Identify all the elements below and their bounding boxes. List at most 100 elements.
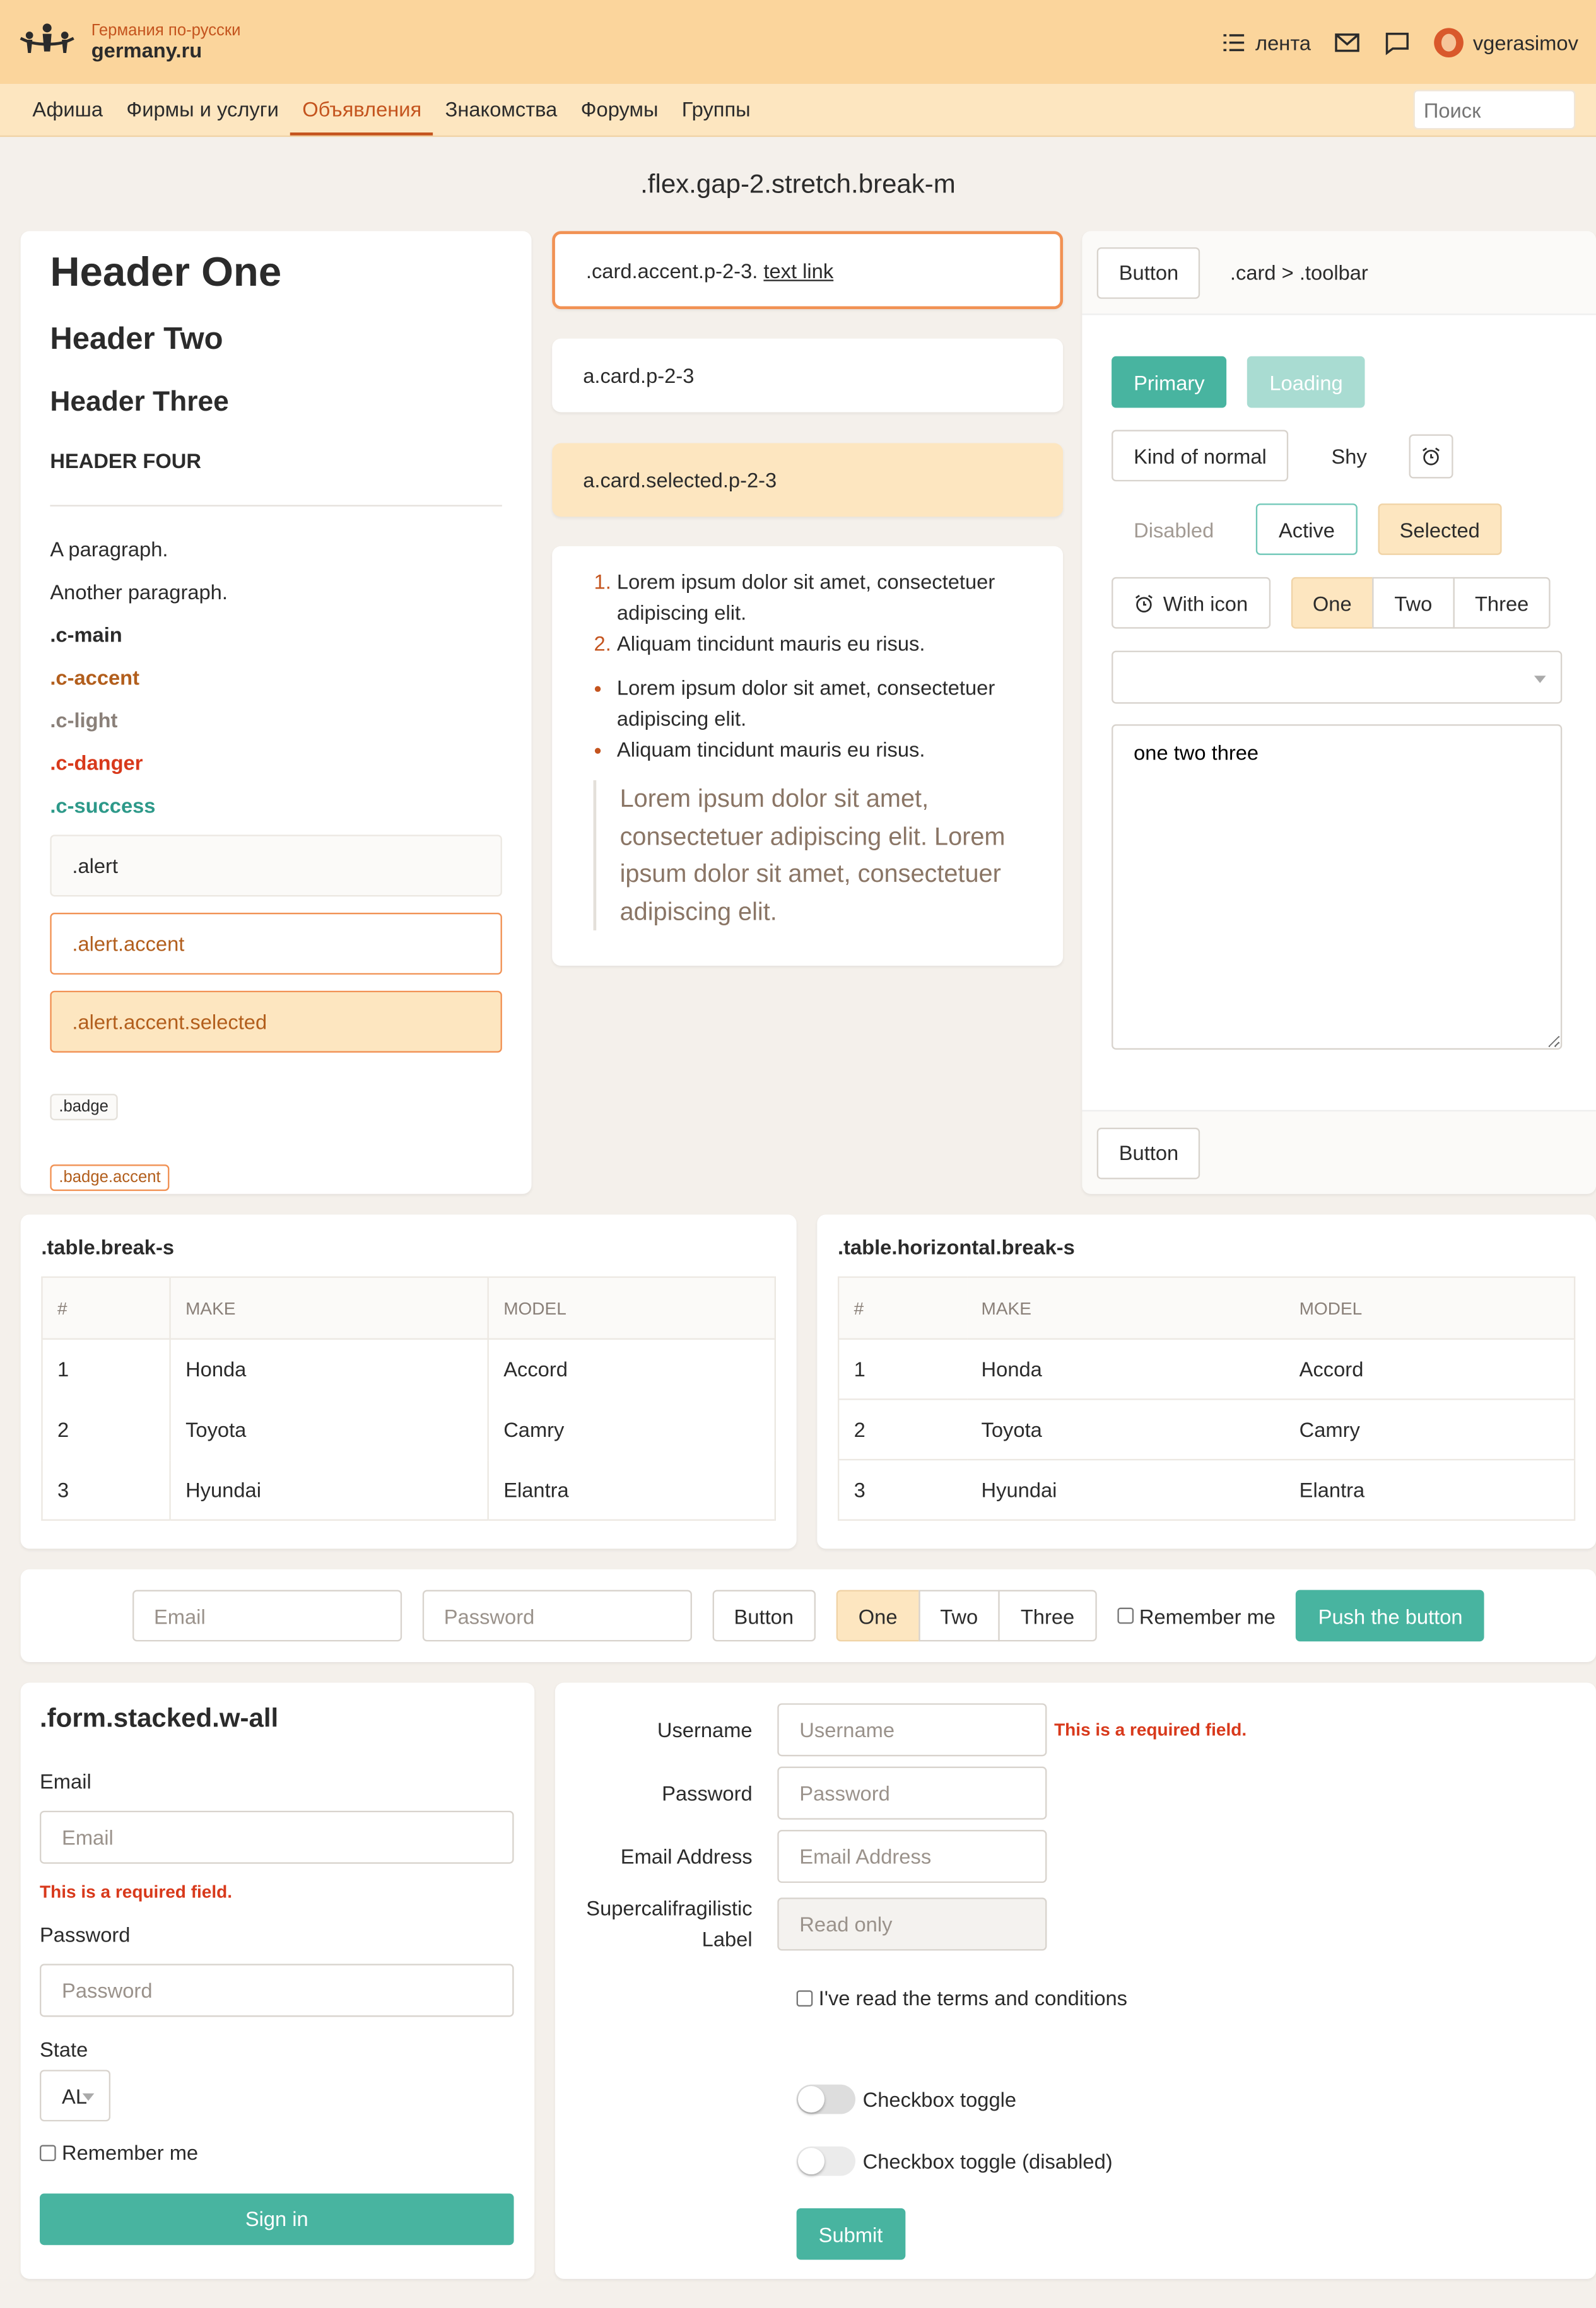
table-title: .table.break-s [41, 1235, 175, 1259]
chat-icon[interactable] [1385, 29, 1411, 56]
table-row: 2 Toyota Camry [42, 1399, 776, 1460]
card-bottom-toolbar: Button [1082, 1110, 1596, 1194]
table-row: 1 Honda Accord [42, 1339, 776, 1400]
mail-icon[interactable] [1334, 29, 1361, 56]
top-bar: Германия по-русски germany.ru лента vger… [0, 0, 1596, 85]
super-label: Supercalifragilistic Label [586, 1896, 753, 1951]
table-row: 3 Hyundai Elantra [838, 1460, 1575, 1521]
nav-item-ads[interactable]: Объявления [290, 84, 433, 136]
submit-button[interactable]: Submit [796, 2208, 905, 2260]
username-field[interactable] [777, 1703, 1047, 1757]
email-field[interactable] [40, 1810, 514, 1864]
feed-label: лента [1255, 30, 1311, 54]
nav-item-afisha[interactable]: Афиша [21, 84, 115, 136]
remember-checkbox[interactable]: Remember me [40, 2140, 515, 2164]
checkbox[interactable] [1117, 1607, 1134, 1624]
table-title: .table.horizontal.break-s [837, 1235, 1075, 1259]
inline-password-input[interactable] [421, 1590, 691, 1642]
with-icon-label: With icon [1163, 591, 1248, 615]
header-two: Header Two [50, 322, 223, 356]
sign-in-button[interactable]: Sign in [40, 2193, 514, 2245]
toolbar-button[interactable]: Button [1096, 246, 1201, 298]
terms-label: I've read the terms and conditions [818, 1986, 1128, 2010]
group-button-one[interactable]: One [836, 1590, 920, 1642]
nav-item-groups[interactable]: Группы [670, 84, 762, 136]
username: vgerasimov [1472, 30, 1578, 54]
password-field[interactable] [777, 1766, 1047, 1820]
checkbox-toggle-disabled[interactable] [796, 2146, 855, 2176]
normal-button[interactable]: Kind of normal [1112, 430, 1289, 482]
card-link[interactable]: a.card.p-2-3 [552, 338, 1064, 413]
state-select[interactable]: AL [40, 2070, 111, 2122]
divider [50, 505, 502, 507]
alarm-clock-icon [1423, 447, 1440, 465]
inline-email-input[interactable] [131, 1590, 402, 1642]
table: # MAKE MODEL 1 Honda Accord 2 Toyota Camry 3 Hy… [41, 1276, 776, 1521]
group-button-two[interactable]: Two [918, 1590, 1000, 1642]
selected-button[interactable]: Selected [1377, 503, 1502, 555]
username-error: This is a required field. [1054, 1719, 1247, 1740]
card-toolbar: Button .card > .toolbar [1082, 231, 1596, 315]
paragraph-2: Another paragraph. [50, 580, 228, 604]
active-button[interactable]: Active [1256, 503, 1357, 555]
terms-checkbox[interactable]: I've read the terms and conditions [796, 1986, 1128, 2010]
push-button[interactable]: Push the button [1296, 1590, 1485, 1642]
col-header-make: MAKE [966, 1277, 1285, 1340]
list-item: Lorem ipsum dolor sit amet, consectetuer… [617, 567, 1028, 629]
checkbox[interactable] [40, 2144, 56, 2160]
primary-button[interactable]: Primary [1112, 356, 1227, 408]
user-menu[interactable]: vgerasimov [1435, 27, 1578, 57]
col-header-make: MAKE [170, 1277, 489, 1340]
group-button-three[interactable]: Three [1452, 577, 1551, 629]
with-icon-button[interactable]: With icon [1112, 577, 1270, 629]
col-header-num: # [42, 1277, 171, 1340]
text-link[interactable]: text link [763, 259, 833, 282]
inline-button[interactable]: Button [712, 1590, 816, 1642]
horizontal-table: # MAKE MODEL 1 Honda Accord 2 Toyota Camry 3 Hy… [837, 1276, 1576, 1521]
remember-checkbox[interactable]: Remember me [1117, 1604, 1276, 1627]
checkbox-toggle[interactable] [796, 2084, 855, 2114]
horizontal-form: Username This is a required field. Passw… [554, 1682, 1596, 2279]
site-logo[interactable]: Германия по-русски germany.ru [18, 20, 240, 64]
toggle-disabled-label: Checkbox toggle (disabled) [862, 2149, 1113, 2173]
email-error: This is a required field. [40, 1881, 233, 1902]
stacked-form: .form.stacked.w-all Email This is a requ… [20, 1682, 535, 2279]
search-input[interactable] [1413, 90, 1576, 130]
remember-label: Remember me [1139, 1603, 1276, 1628]
checkbox[interactable] [796, 1989, 813, 2006]
buttons-card: Button .card > .toolbar Primary Loading … [1082, 231, 1596, 1194]
textarea[interactable]: one two three [1112, 724, 1563, 1050]
card-accent: .card.accent.p-2-3. text link [552, 231, 1064, 310]
list-item: Lorem ipsum dolor sit amet, consectetuer… [617, 673, 1028, 735]
password-field[interactable] [40, 1964, 514, 2017]
group-button-three[interactable]: Three [998, 1590, 1097, 1642]
typography-card: Header One Header Two Header Three HEADE… [20, 231, 532, 1194]
list-item: Aliquam tincidunt mauris eu risus. [617, 629, 1028, 660]
alarm-button[interactable] [1409, 433, 1454, 478]
nav-item-forums[interactable]: Форумы [569, 84, 670, 136]
loading-button[interactable]: Loading [1247, 356, 1365, 408]
group-button-one[interactable]: One [1290, 577, 1374, 629]
password-label: Password [40, 1923, 131, 1947]
avatar [1435, 27, 1464, 57]
text-main: .c-main [50, 623, 122, 647]
nav-item-dating[interactable]: Знакомства [433, 84, 569, 136]
bottom-button[interactable]: Button [1096, 1127, 1201, 1179]
toggle-label: Checkbox toggle [862, 2087, 1017, 2111]
readonly-field[interactable] [777, 1897, 1047, 1951]
email-field[interactable] [777, 1830, 1047, 1883]
shy-button[interactable]: Shy [1309, 430, 1388, 481]
card-selected[interactable]: a.card.selected.p-2-3 [552, 443, 1064, 517]
nav-item-firms[interactable]: Фирмы и услуги [115, 84, 291, 136]
blockquote: Lorem ipsum dolor sit amet, consectetuer… [593, 780, 1028, 931]
group-button-two[interactable]: Two [1372, 577, 1455, 629]
email-label: Email Address [620, 1844, 753, 1868]
table-row: 2 Toyota Camry [838, 1399, 1575, 1461]
page-title: .flex.gap-2.stretch.break-m [640, 169, 956, 199]
paragraph-1: A paragraph. [50, 537, 168, 561]
disabled-button[interactable]: Disabled [1112, 503, 1236, 555]
col-header-model: MODEL [488, 1277, 776, 1340]
empty-select[interactable] [1112, 650, 1563, 704]
email-label: Email [40, 1769, 91, 1793]
feed-link[interactable]: лента [1220, 29, 1311, 56]
